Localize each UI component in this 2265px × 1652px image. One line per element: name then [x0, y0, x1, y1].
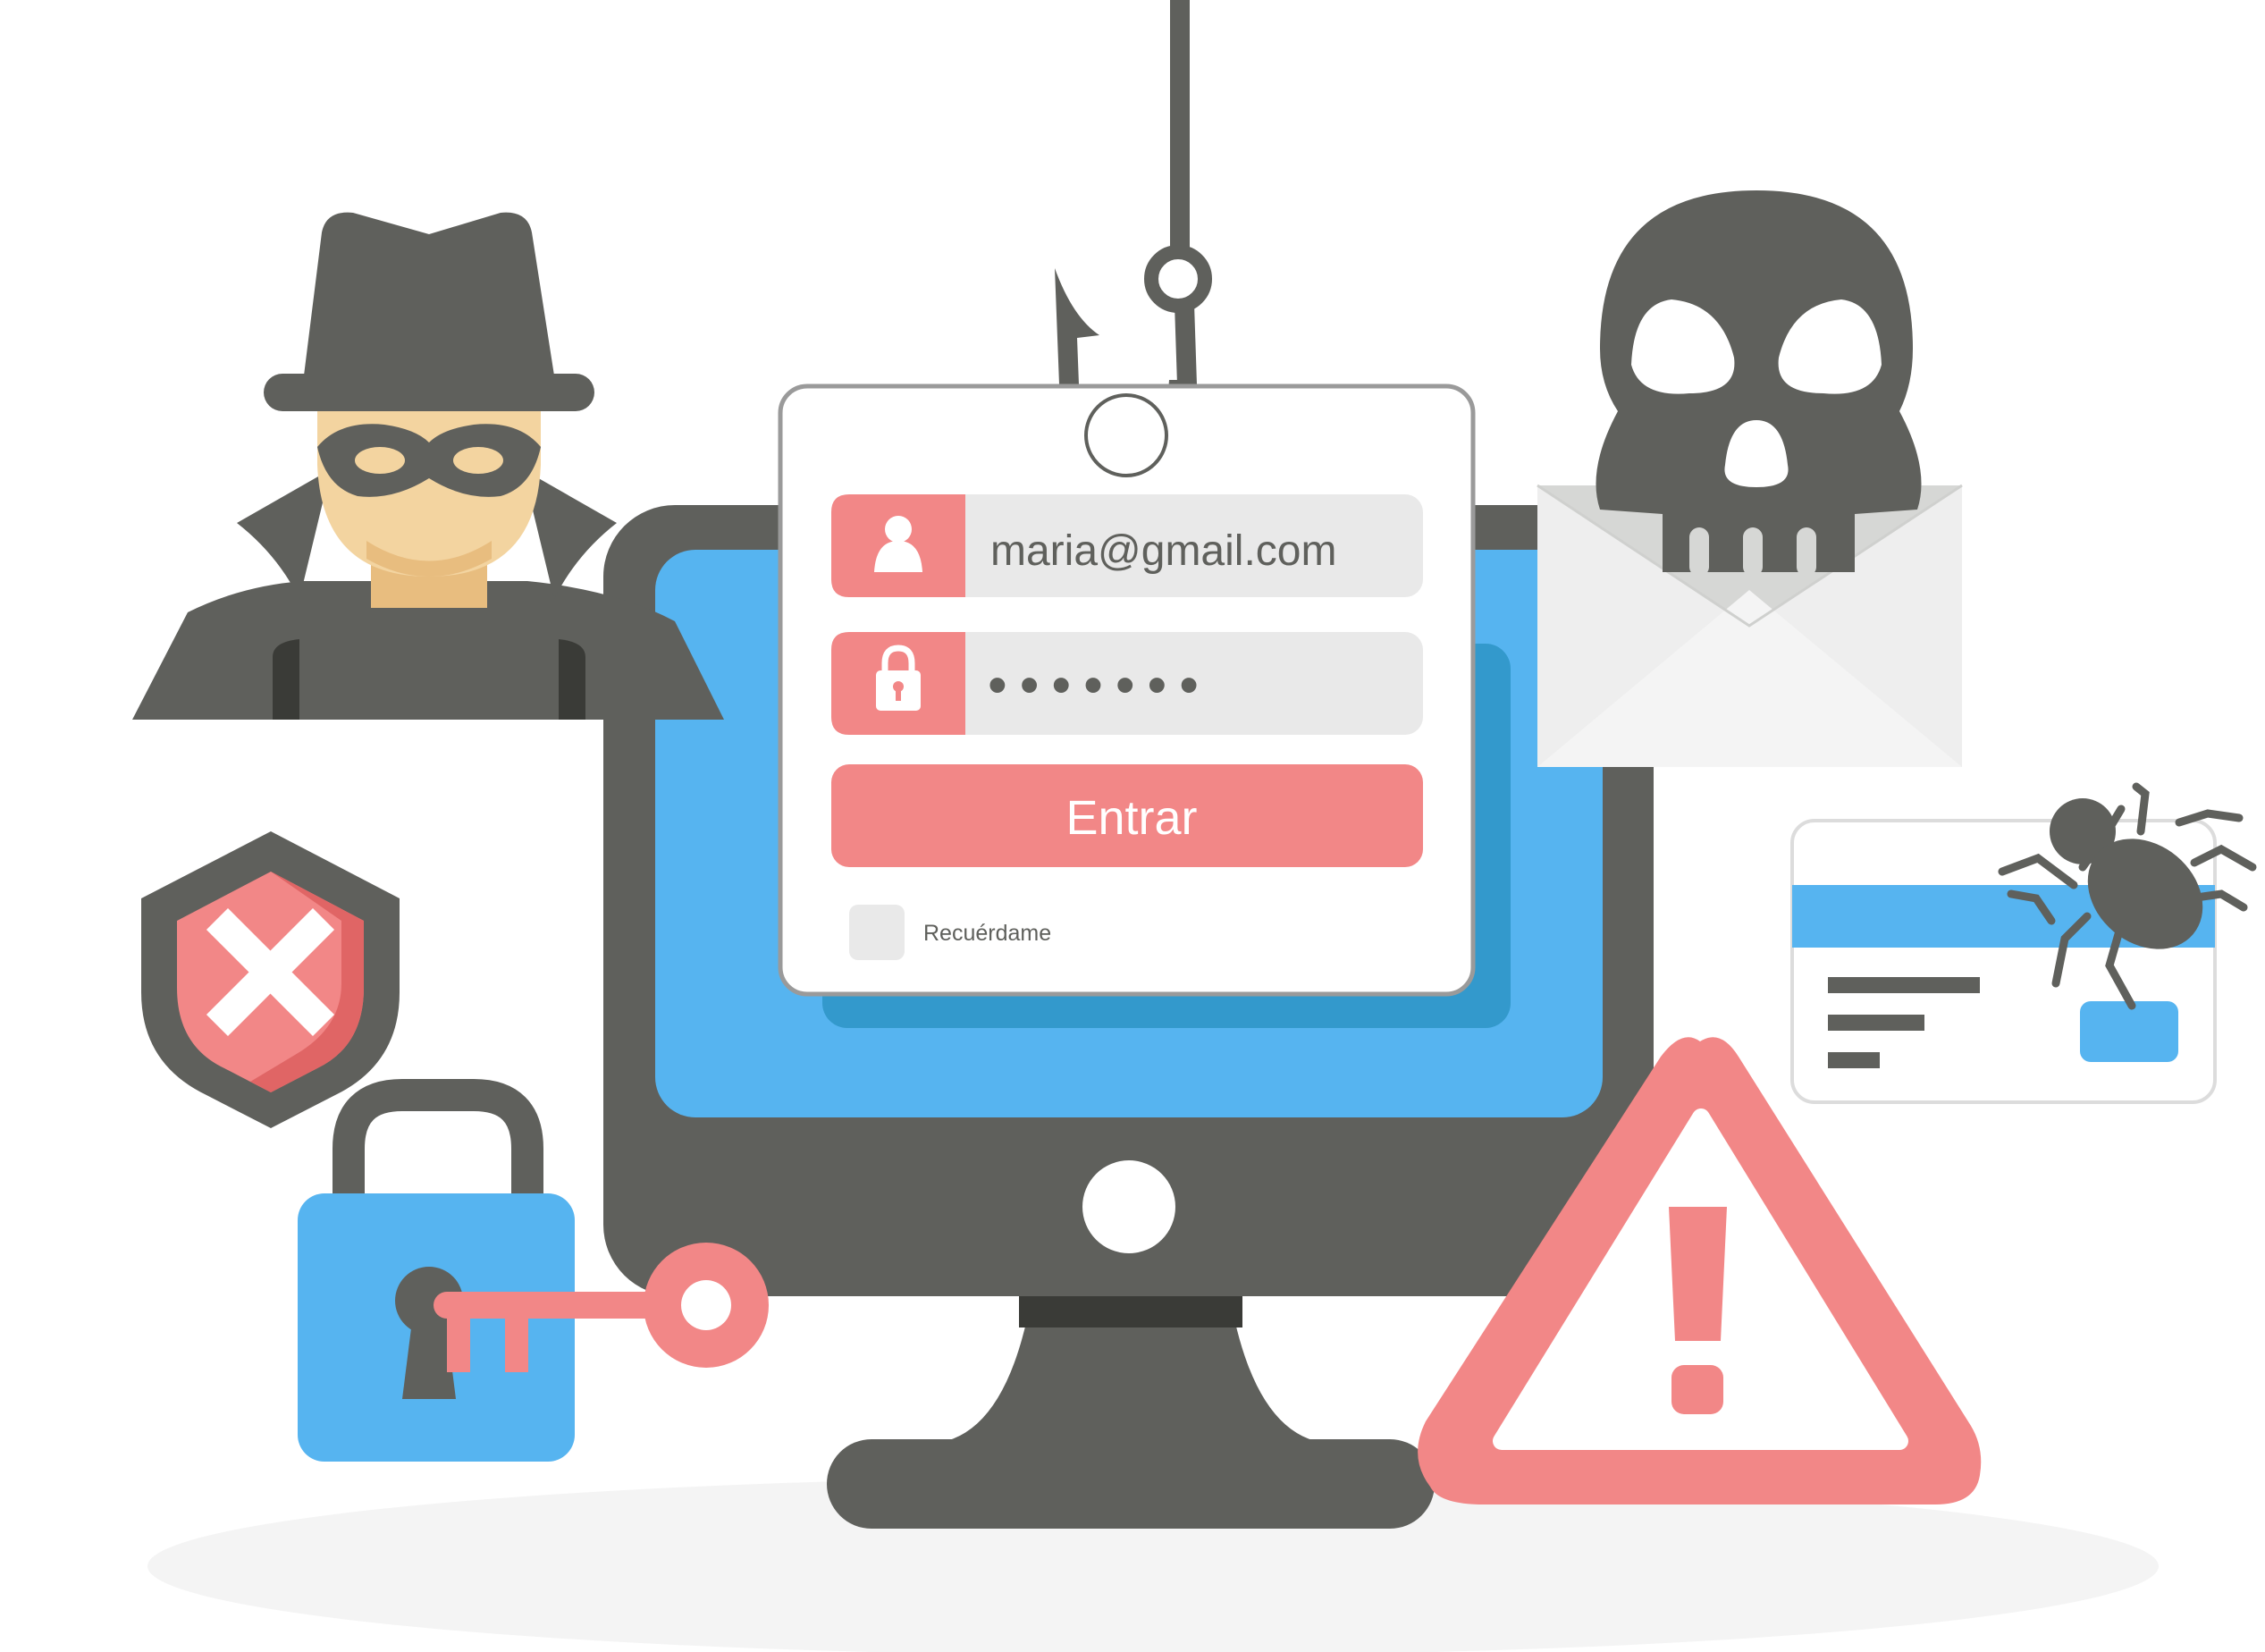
- fishing-hook-icon: [1055, 0, 1212, 451]
- remember-checkbox[interactable]: [849, 905, 905, 960]
- password-value: •••••••: [988, 654, 1211, 716]
- padlock-icon: [298, 1079, 575, 1462]
- email-value: maria@gmail.com: [990, 527, 1336, 575]
- password-field[interactable]: •••••••: [831, 632, 1423, 735]
- hacker-icon: [132, 212, 724, 720]
- remember-label: Recuérdame: [923, 921, 1051, 946]
- email-field[interactable]: maria@gmail.com: [831, 494, 1423, 597]
- login-form: maria@gmail.com ••••••• Entrar Recuérdam…: [778, 384, 1511, 1028]
- phishing-illustration: maria@gmail.com ••••••• Entrar Recuérdam…: [132, 0, 2257, 1652]
- entrar-button[interactable]: Entrar: [831, 764, 1423, 867]
- shield-x-icon: [141, 831, 400, 1128]
- entrar-button-label: Entrar: [1065, 791, 1197, 845]
